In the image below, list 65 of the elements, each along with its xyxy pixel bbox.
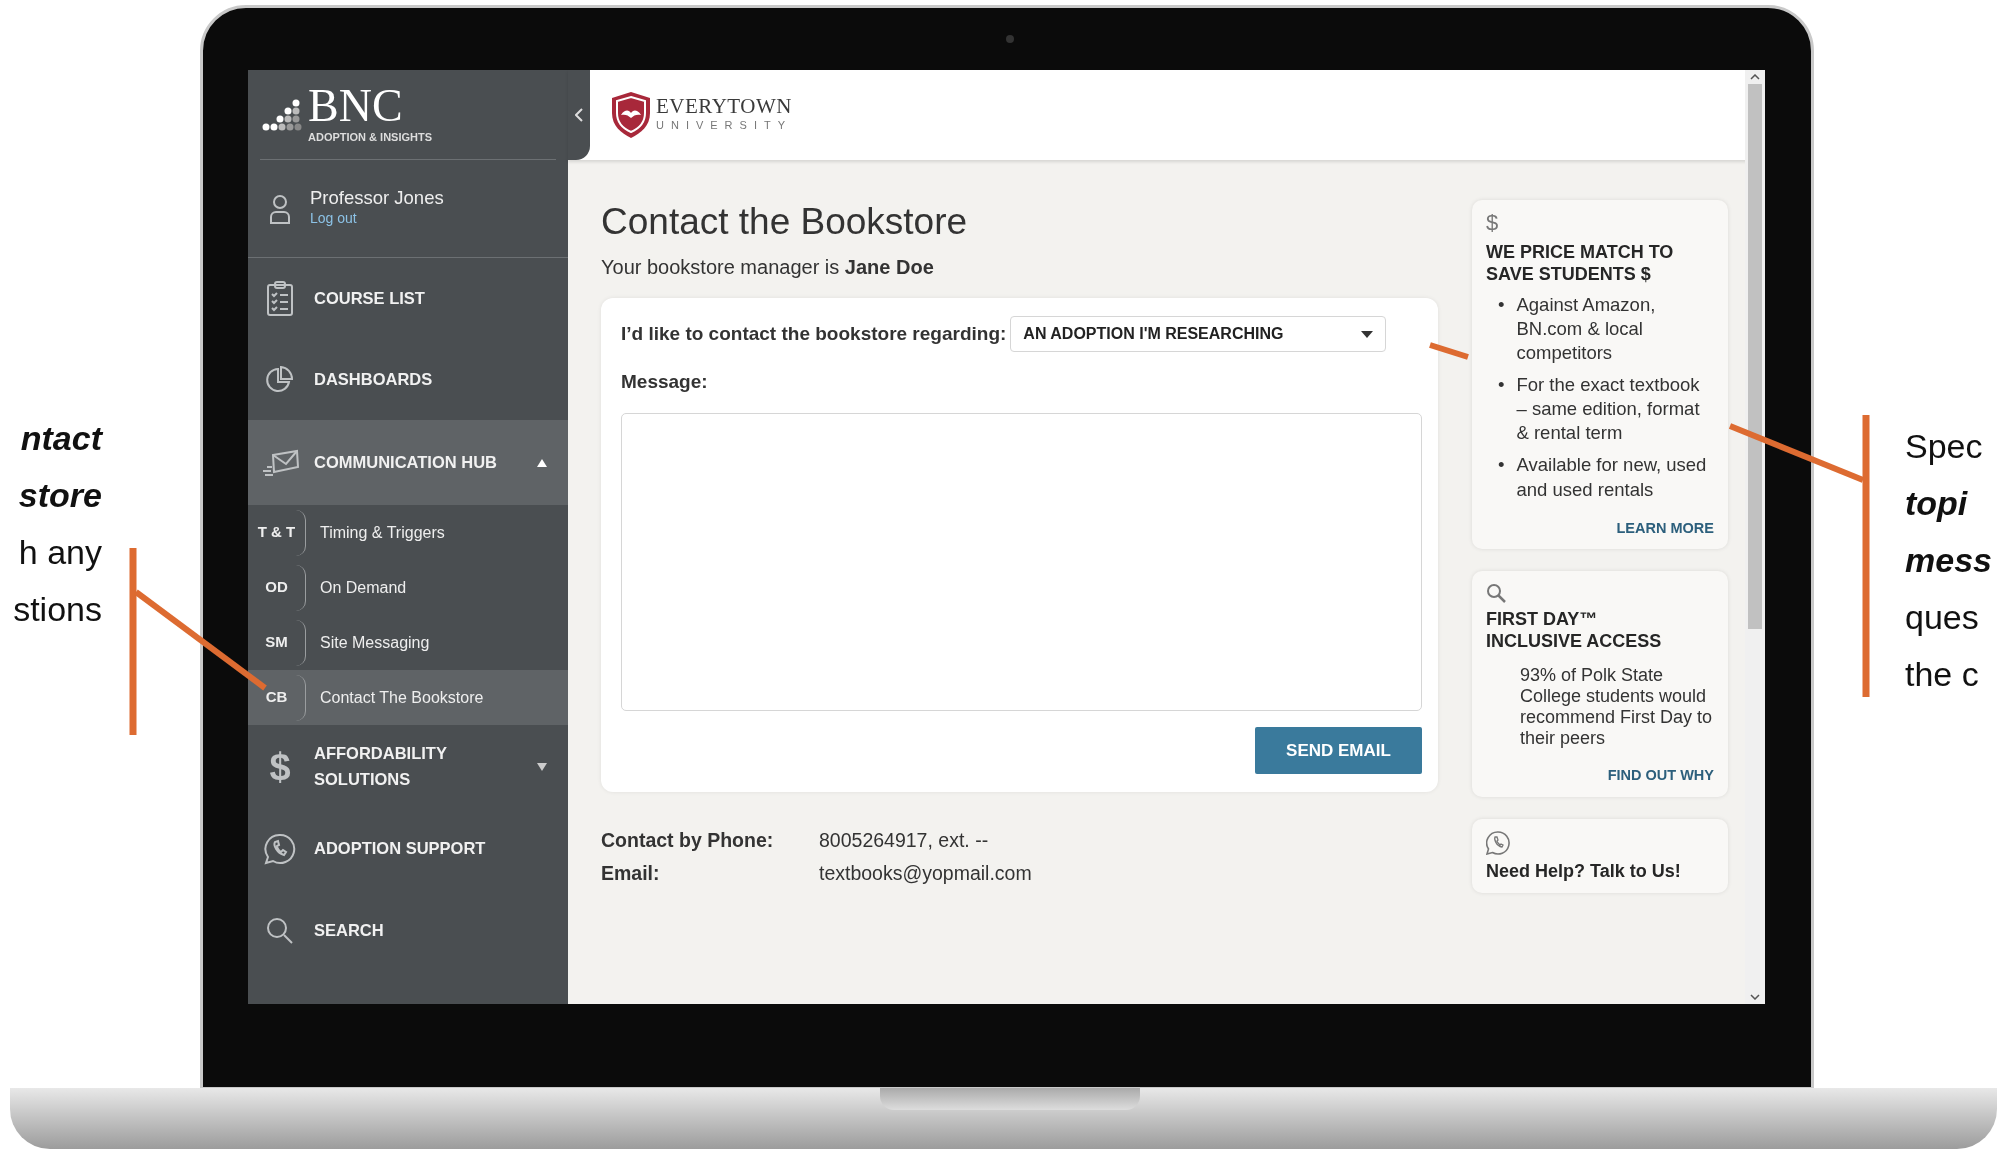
caret-icon [1361, 330, 1374, 338]
sidebar-item[interactable]: COMMUNICATION HUB [248, 420, 568, 505]
promo-text: 93% of Polk State College students would recommend First Day to their peers [1519, 664, 1714, 750]
callout-text: the c [1905, 654, 1980, 695]
submenu-item[interactable]: OD On Demand [248, 560, 568, 615]
user-name: Professor Jones [310, 187, 444, 209]
phone-bubble-icon [1486, 831, 1510, 856]
message-field[interactable] [621, 412, 1422, 711]
topic-dropdown[interactable]: AN ADOPTION I'M RESEARCHING [1010, 316, 1387, 353]
submenu-item[interactable]: T & T Timing & Triggers [248, 505, 568, 560]
promo-link[interactable]: LEARN MORE [1616, 519, 1714, 536]
sidebar-item[interactable]: SEARCH [248, 890, 568, 972]
logout-link[interactable]: Log out [310, 208, 444, 230]
promo-title: Need Help? Talk to Us! [1486, 861, 1682, 883]
bullet-marker: • [1498, 453, 1505, 478]
callout-text: Spec [1905, 426, 1984, 467]
topic-label: I’d like to contact the bookstore regarding: [621, 322, 1007, 347]
promo-link[interactable]: FIND OUT WHY [1607, 767, 1714, 784]
logo-tagline: ADOPTION & INSIGHTS [308, 130, 433, 146]
message-label: Message: [621, 370, 709, 395]
university-name: EVERYTOWN [656, 96, 792, 118]
bullet-marker: • [1498, 293, 1505, 318]
submenu-item[interactable]: SM Site Messaging [248, 615, 568, 670]
callout-text: ntact [19, 418, 102, 459]
callout-text: store [17, 475, 102, 516]
manager-text: Your bookstore manager is Jane Doe [601, 255, 935, 281]
shield-logo-icon [610, 91, 652, 139]
user-icon [268, 192, 292, 225]
sidebar-item[interactable]: $ AFFORDABILITY SOLUTIONS [248, 725, 568, 808]
dots-logo-icon [262, 97, 302, 132]
search-icon [265, 916, 295, 946]
contact-label: Contact by Phone: [601, 827, 775, 853]
promo-title: WE PRICE MATCH TO SAVE STUDENTS $ [1486, 242, 1675, 286]
logo-text: BNC [308, 83, 404, 130]
search-icon [1486, 583, 1506, 604]
page-title: Contact the Bookstore [601, 200, 969, 244]
dollar-icon: $ [1486, 210, 1499, 235]
collapse-tab[interactable] [568, 70, 590, 160]
scrollbar-thumb[interactable] [1748, 84, 1762, 629]
bullet-text: Available for new, used and used rentals [1516, 453, 1708, 502]
camera-icon [1005, 34, 1015, 44]
chevron-left-icon [575, 108, 583, 122]
callout-text: mess [1905, 540, 1992, 581]
pie-chart-icon [265, 365, 295, 395]
bullet-text: Against Amazon, BN.com & local competitors [1516, 293, 1657, 366]
bullet-text: For the exact textbook – same edition, format & rental term [1516, 373, 1701, 446]
phone-bubble-icon [264, 833, 296, 865]
callout-text: ques [1905, 597, 1980, 638]
promo-title: FIRST DAY™ INCLUSIVE ACCESS [1486, 609, 1663, 653]
contact-value: 8005264917, ext. -- [819, 827, 990, 853]
callout-text: topi [1905, 483, 1969, 524]
contact-value: textbooks@yopmail.com [819, 861, 1032, 887]
sidebar-item[interactable]: DASHBOARDS [248, 340, 568, 420]
sidebar-item[interactable]: ADOPTION SUPPORT [248, 808, 568, 890]
contact-label: Email: [601, 861, 661, 887]
university-subtitle: UNIVERSITY [656, 118, 792, 134]
clipboard-icon [266, 281, 294, 317]
callout-text: stions [12, 589, 102, 630]
send-email-button[interactable]: SEND EMAIL [1255, 726, 1422, 774]
envelope-icon [261, 448, 299, 477]
callout-text: h any [17, 532, 102, 573]
dollar-icon: $ [269, 747, 291, 786]
submenu-item[interactable]: CB Contact The Bookstore [248, 670, 568, 725]
bullet-marker: • [1498, 373, 1505, 398]
sidebar-item[interactable]: COURSE LIST [248, 258, 568, 340]
